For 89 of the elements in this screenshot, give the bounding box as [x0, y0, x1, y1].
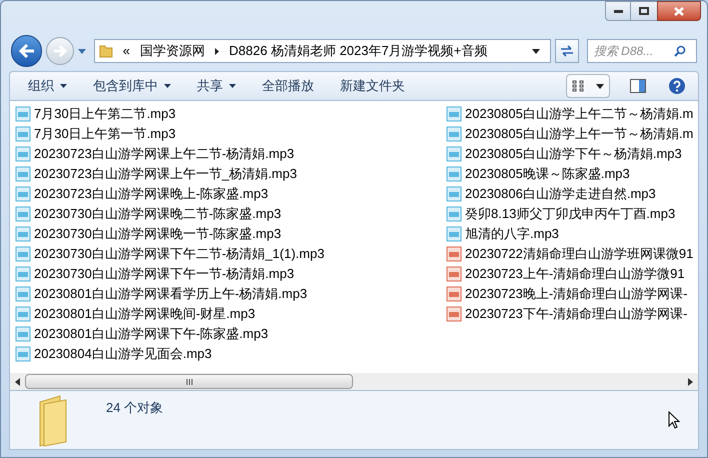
audio-file-icon: [446, 226, 462, 242]
audio-file-icon: [15, 146, 31, 162]
view-options-button[interactable]: [566, 74, 610, 98]
toolbar-button[interactable]: 组织: [18, 74, 77, 98]
file-item[interactable]: 20230730白山游学网课下午二节-杨清娟_1(1).mp3: [15, 244, 324, 264]
file-item[interactable]: 20230722清娟命理白山游学班网课微91: [446, 244, 694, 264]
file-item[interactable]: 20230723下午-清娟命理白山游学网课-: [446, 304, 688, 324]
file-item[interactable]: 7月30日上午第一节.mp3: [15, 124, 176, 144]
video-file-icon: [446, 246, 462, 262]
audio-file-icon: [15, 186, 31, 202]
dropdown-caret-icon: [596, 84, 604, 88]
audio-file-icon: [15, 226, 31, 242]
search-icon: [674, 45, 686, 57]
file-item[interactable]: 20230801白山游学网课晚间-财星.mp3: [15, 304, 256, 324]
audio-file-icon: [446, 126, 462, 142]
scrollbar-thumb[interactable]: [25, 374, 353, 389]
audio-file-icon: [15, 246, 31, 262]
toolbar-button[interactable]: 全部播放: [252, 74, 324, 98]
video-file-icon: [446, 266, 462, 282]
maximize-icon: [639, 7, 649, 15]
toolbar-button[interactable]: 共享: [187, 74, 246, 98]
refresh-button[interactable]: [555, 39, 579, 63]
toolbar-button[interactable]: 包含到库中: [83, 74, 181, 98]
forward-arrow-icon: [53, 45, 68, 57]
audio-file-icon: [446, 166, 462, 182]
file-item[interactable]: 20230723白山游学网课上午一节_杨清娟.mp3: [15, 164, 297, 184]
audio-file-icon: [15, 306, 31, 322]
audio-file-icon: [15, 106, 31, 122]
file-item[interactable]: 20230805晚课～陈家盛.mp3: [446, 164, 630, 184]
scroll-left-icon[interactable]: [15, 378, 20, 386]
folder-icon: [98, 44, 113, 58]
breadcrumb-arrow-icon[interactable]: [215, 48, 220, 54]
dropdown-caret-icon[interactable]: [532, 48, 540, 54]
file-item[interactable]: 20230806白山游学走进自然.mp3: [446, 184, 656, 204]
dropdown-caret-icon: [60, 84, 67, 88]
search-input[interactable]: 搜索 D88...: [594, 42, 674, 60]
toolbar-button[interactable]: 新建文件夹: [330, 74, 415, 98]
audio-file-icon: [15, 266, 31, 282]
back-arrow-icon: [18, 44, 35, 58]
address-bar[interactable]: « 国学资源网 D8826 杨清娟老师 2023年7月游学视频+音频: [94, 39, 552, 63]
audio-file-icon: [446, 206, 462, 222]
audio-file-icon: [15, 206, 31, 222]
audio-file-icon: [15, 286, 31, 302]
file-item[interactable]: 20230730白山游学网课晚一节-陈家盛.mp3: [15, 224, 282, 244]
audio-file-icon: [15, 126, 31, 142]
search-field[interactable]: 搜索 D88...: [586, 39, 697, 63]
file-item[interactable]: 20230801白山游学网课看学历上午-杨清娟.mp3: [15, 284, 308, 304]
file-item[interactable]: 20230805白山游学上午一节～杨清娟.m: [446, 124, 694, 144]
file-item[interactable]: 20230723上午-清娟命理白山游学微91: [446, 264, 685, 284]
file-item[interactable]: 癸卯8.13师父丁卯戊申丙午丁酉.mp3: [446, 204, 676, 224]
file-item[interactable]: 20230804白山游学见面会.mp3: [15, 344, 212, 364]
file-item[interactable]: 20230805白山游学下午～杨清娟.mp3: [446, 144, 682, 164]
mouse-cursor-icon: [668, 411, 680, 429]
audio-file-icon: [15, 166, 31, 182]
file-item[interactable]: 20230723白山游学网课晚上-陈家盛.mp3: [15, 184, 268, 204]
minimize-button[interactable]: [605, 1, 631, 21]
file-item[interactable]: 旭清的八字.mp3: [446, 224, 559, 244]
horizontal-scrollbar[interactable]: [9, 373, 699, 390]
audio-file-icon: [446, 106, 462, 122]
file-item[interactable]: 20230723晚上-清娟命理白山游学网课-: [446, 284, 688, 304]
dropdown-caret-icon: [229, 84, 236, 88]
grip-icon: [186, 378, 192, 384]
overflow-chevron[interactable]: «: [122, 41, 130, 61]
file-item[interactable]: 20230801白山游学网课下午-陈家盛.mp3: [15, 324, 268, 344]
video-file-icon: [446, 306, 462, 322]
breadcrumb-link[interactable]: D8826 杨清娟老师 2023年7月游学视频+音频: [229, 41, 488, 61]
preview-pane-icon[interactable]: [630, 79, 646, 93]
file-item[interactable]: 20230723白山游学网课上午二节-杨清娟.mp3: [15, 144, 294, 164]
video-file-icon: [446, 286, 462, 302]
file-item[interactable]: 20230805白山游学上午二节～杨清娟.m: [446, 104, 694, 124]
maximize-button[interactable]: [631, 1, 657, 21]
audio-file-icon: [446, 146, 462, 162]
audio-file-icon: [15, 346, 31, 362]
dropdown-caret-icon: [164, 84, 171, 88]
scroll-right-icon[interactable]: [688, 378, 693, 386]
item-count: 24 个对象: [106, 399, 164, 417]
file-item[interactable]: 20230730白山游学网课下午一节-杨清娟.mp3: [15, 264, 294, 284]
file-item[interactable]: 20230730白山游学网课晚二节-陈家盛.mp3: [15, 204, 282, 224]
help-icon[interactable]: [668, 77, 686, 95]
file-item[interactable]: 7月30日上午第二节.mp3: [15, 104, 176, 124]
audio-file-icon: [446, 186, 462, 202]
audio-file-icon: [15, 326, 31, 342]
close-button[interactable]: [657, 1, 701, 21]
breadcrumb-link[interactable]: 国学资源网: [140, 41, 206, 61]
close-icon: [674, 6, 684, 16]
view-grid-icon: [572, 80, 586, 92]
back-button[interactable]: [11, 35, 42, 67]
refresh-icon: [560, 45, 574, 57]
minimize-icon: [614, 10, 622, 12]
